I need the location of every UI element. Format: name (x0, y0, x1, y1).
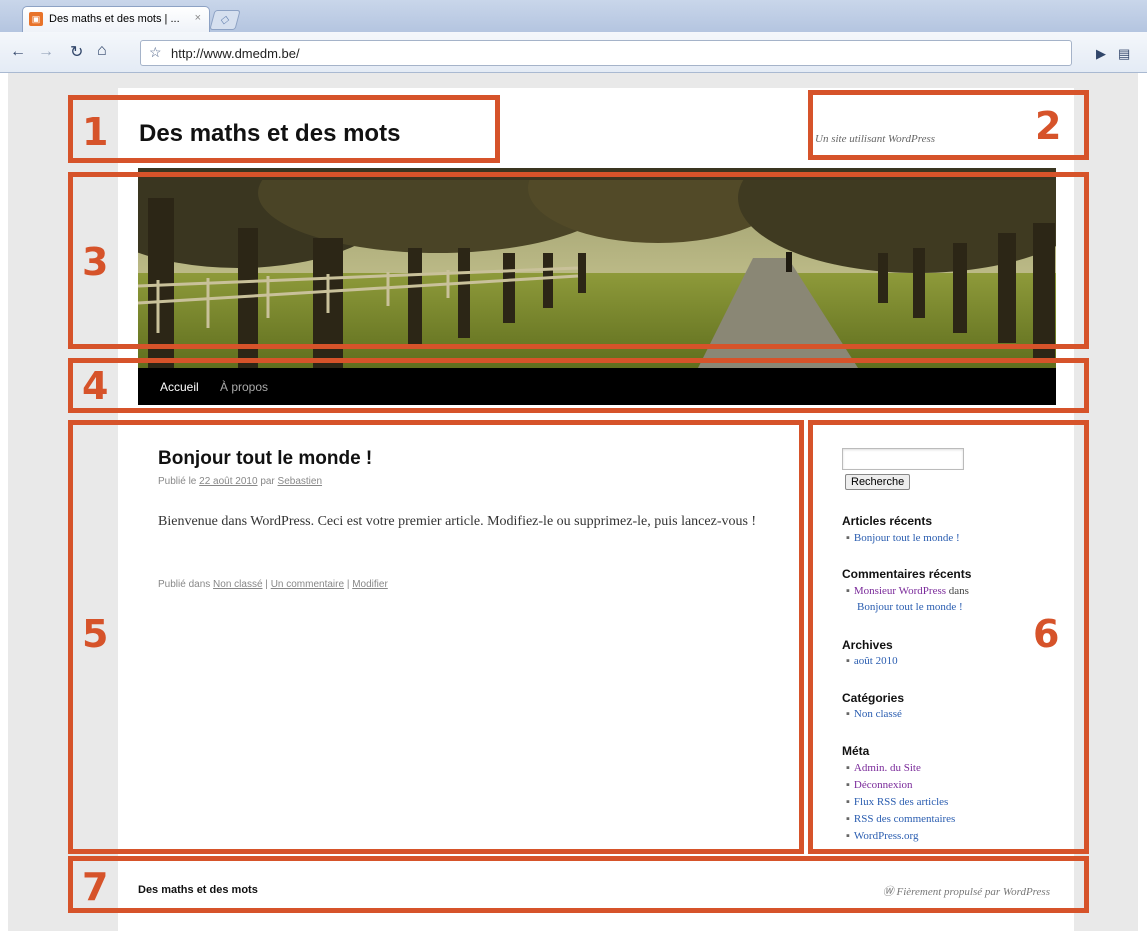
favicon-icon: ▣ (29, 12, 43, 26)
browser-tabstrip: ▣ Des maths et des mots | ... × ◇ (0, 0, 1147, 33)
annotation-number-2: 2 (1035, 104, 1062, 148)
annotation-number-1: 1 (82, 110, 109, 154)
browser-tab[interactable]: ▣ Des maths et des mots | ... × (22, 6, 210, 33)
annotation-number-3: 3 (82, 240, 109, 284)
annotation-box-5 (68, 420, 804, 854)
new-tab-button[interactable]: ◇ (209, 10, 241, 30)
address-bar[interactable]: ☆ http://www.dmedm.be/ (140, 40, 1072, 66)
annotation-number-7: 7 (82, 865, 109, 909)
wrench-icon[interactable]: ▤ (1118, 46, 1130, 62)
address-url[interactable]: http://www.dmedm.be/ (171, 46, 300, 61)
annotation-box-3 (68, 172, 1089, 349)
tab-title: Des maths et des mots | ... (49, 13, 180, 25)
tab-close-icon[interactable]: × (195, 12, 201, 24)
forward-icon[interactable]: → (38, 43, 54, 61)
reload-icon[interactable]: ↻ (70, 42, 83, 62)
annotation-number-4: 4 (82, 364, 109, 408)
home-icon[interactable]: ⌂ (97, 42, 107, 60)
annotation-number-5: 5 (82, 612, 109, 656)
page-menu-icon[interactable]: ▶ (1096, 46, 1106, 62)
annotation-box-7 (68, 856, 1089, 913)
back-icon[interactable]: ← (10, 43, 26, 61)
annotation-box-4 (68, 358, 1089, 413)
star-icon[interactable]: ☆ (149, 44, 162, 61)
annotation-number-6: 6 (1033, 612, 1060, 656)
annotation-box-1 (68, 95, 500, 163)
